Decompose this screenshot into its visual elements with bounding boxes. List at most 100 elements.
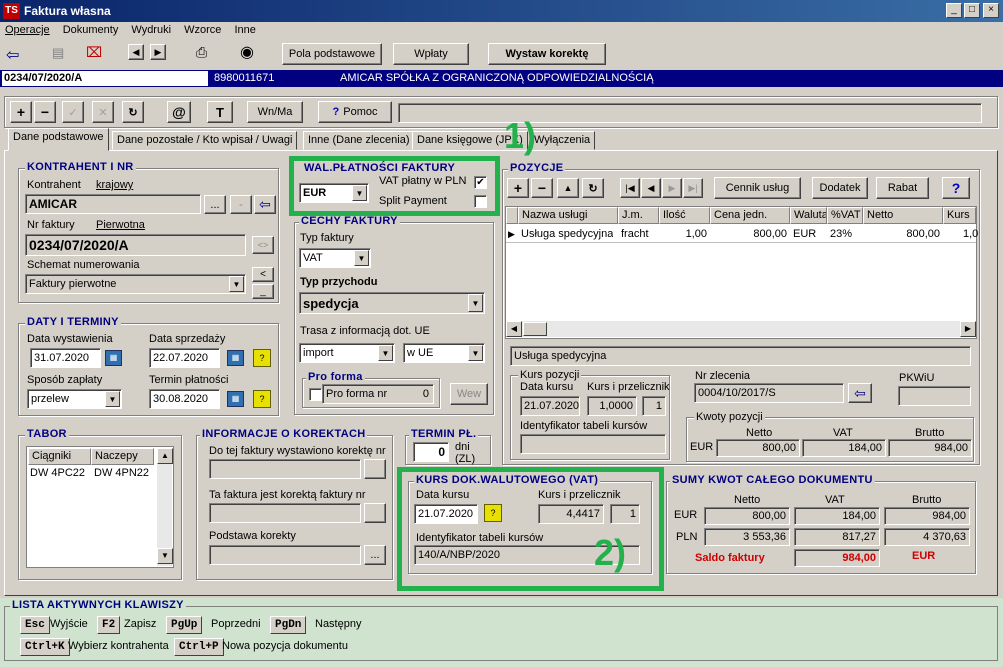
scroll-up-icon[interactable]: ▲ — [157, 448, 173, 464]
schemat-prev-button[interactable]: < — [252, 267, 274, 282]
key-esc[interactable]: Esc — [20, 616, 50, 634]
termin-platnosci-field[interactable]: 30.08.2020 — [149, 389, 220, 409]
col-cena[interactable]: Cena jedn. — [710, 207, 790, 224]
pkwiu-field[interactable] — [898, 386, 971, 406]
prev-record-icon[interactable]: ◀ — [641, 178, 661, 198]
sumy-eur-brutto[interactable]: 984,00 — [884, 507, 970, 525]
pozycje-hscroll[interactable] — [506, 321, 976, 337]
scroll-down-icon[interactable]: ▼ — [157, 548, 173, 564]
delete-icon[interactable]: ⌧ — [86, 44, 102, 61]
tab-wylaczenia[interactable]: Wyłączenia — [529, 131, 596, 150]
text-button[interactable]: T — [207, 101, 233, 123]
ident-field[interactable] — [520, 434, 666, 454]
kwoty-netto-field[interactable]: 800,00 — [716, 439, 800, 457]
kurs-field[interactable]: 1,0000 — [587, 396, 637, 416]
calculator-icon[interactable]: ? — [253, 349, 271, 367]
pozycja-remove-icon[interactable]: − — [531, 178, 553, 198]
przelicznik-field[interactable]: 1 — [642, 396, 666, 416]
calendar-icon[interactable]: ▦ — [227, 391, 244, 407]
menu-dokumenty[interactable]: Dokumenty — [58, 22, 124, 38]
key-pgup[interactable]: PgUp — [166, 616, 203, 634]
pozycja-desc-field[interactable]: Usługa spedycyjna — [510, 346, 971, 366]
schemat-select[interactable]: Faktury pierwotne ▼ — [25, 274, 246, 294]
menu-wzorce[interactable]: Wzorce — [179, 22, 226, 38]
menu-operacje[interactable]: Operacje — [0, 22, 55, 38]
col-jm[interactable]: J.m. — [618, 207, 659, 224]
back-arrow-icon[interactable]: ⇦ — [6, 45, 19, 65]
key-pgdn[interactable]: PgDn — [270, 616, 307, 634]
pola-podstawowe-button[interactable]: Pola podstawowe — [282, 43, 382, 65]
tab-dane-podstawowe[interactable]: Dane podstawowe — [8, 128, 109, 151]
nr-faktury-field[interactable]: 0234/07/2020/A — [25, 234, 246, 256]
add-icon[interactable]: + — [10, 101, 32, 123]
next-icon[interactable]: ▶ — [150, 44, 166, 60]
typ-przychodu-select[interactable]: spedycja ▼ — [299, 292, 485, 314]
scroll-right-icon[interactable]: ▶ — [960, 321, 976, 337]
korekta-faktury-button[interactable] — [364, 503, 386, 523]
pozycje-help-icon[interactable]: ? — [942, 177, 970, 199]
saldo-field[interactable]: 984,00 — [794, 549, 880, 567]
proforma-checkbox[interactable] — [309, 388, 322, 401]
col-ilosc[interactable]: Ilość — [659, 207, 710, 224]
key-ctrlk[interactable]: Ctrl+K — [20, 638, 70, 656]
scroll-thumb[interactable] — [523, 322, 547, 336]
email-icon[interactable]: @ — [167, 101, 191, 123]
nr-type-link[interactable]: Pierwotna — [96, 219, 145, 231]
remove-icon[interactable]: − — [34, 101, 56, 123]
scroll-left-icon[interactable]: ◀ — [506, 321, 522, 337]
cancel-icon[interactable]: ✕ — [92, 101, 114, 123]
key-f2[interactable]: F2 — [97, 616, 121, 634]
key-ctrlp[interactable]: Ctrl+P — [174, 638, 224, 656]
kwoty-vat-field[interactable]: 184,00 — [802, 439, 886, 457]
pomoc-button[interactable]: ? Pomoc — [318, 101, 392, 123]
next-record-icon[interactable]: ▶ — [662, 178, 682, 198]
nr-swap-icon[interactable]: <> — [252, 236, 274, 254]
note-field[interactable] — [398, 103, 982, 123]
close-button[interactable]: × — [983, 3, 999, 18]
korekta-faktury-field[interactable] — [209, 503, 361, 523]
schemat-next-button[interactable]: _ — [252, 284, 274, 299]
sumy-eur-netto[interactable]: 800,00 — [704, 507, 790, 525]
trasa-select-1[interactable]: import ▼ — [299, 343, 395, 363]
kontrahent-clear-button[interactable]: - — [230, 195, 252, 214]
col-vat[interactable]: %VAT — [827, 207, 863, 224]
col-kurs[interactable]: Kurs — [943, 207, 976, 224]
kontrahent-select-icon[interactable]: ⇦ — [254, 195, 276, 214]
last-record-icon[interactable]: ▶| — [683, 178, 703, 198]
calendar-icon[interactable]: ▦ — [105, 350, 122, 366]
korekta-wystawiona-button[interactable] — [364, 459, 386, 479]
kontrahent-type-link[interactable]: krajowy — [96, 179, 133, 191]
sposob-zaplaty-select[interactable]: przelew ▼ — [27, 389, 122, 409]
rabat-button[interactable]: Rabat — [876, 177, 929, 199]
tab-dane-pozostale[interactable]: Dane pozostałe / Kto wpisał / Uwagi — [112, 131, 298, 150]
prev-icon[interactable]: ◀ — [128, 44, 144, 60]
minimize-button[interactable]: _ — [946, 3, 962, 18]
zlecenie-select-icon[interactable]: ⇦ — [848, 383, 872, 403]
data-wystawienia-field[interactable]: 31.07.2020 — [30, 348, 101, 368]
sumy-eur-vat[interactable]: 184,00 — [794, 507, 880, 525]
tabor-col-ciagniki[interactable]: Ciągniki — [28, 448, 91, 465]
podstawa-korekty-field[interactable] — [209, 545, 361, 565]
tabor-col-naczepy[interactable]: Naczepy — [91, 448, 154, 465]
wplaty-button[interactable]: Wpłaty — [393, 43, 469, 65]
cennik-button[interactable]: Cennik usług — [714, 177, 801, 199]
proforma-field[interactable]: Pro forma nr 0 — [322, 384, 434, 404]
wew-button[interactable]: Wew — [450, 383, 488, 405]
pozycja-add-icon[interactable]: + — [507, 178, 529, 198]
podstawa-korekty-button[interactable]: ... — [364, 545, 386, 565]
col-netto[interactable]: Netto — [863, 207, 943, 224]
document-icon[interactable]: ▤ — [52, 45, 64, 61]
data-sprzedazy-field[interactable]: 22.07.2020 — [149, 348, 220, 368]
sumy-pln-netto[interactable]: 3 553,36 — [704, 528, 790, 546]
menu-wydruki[interactable]: Wydruki — [126, 22, 176, 38]
nr-zlecenia-field[interactable]: 0004/10/2017/S — [694, 383, 844, 403]
kontrahent-browse-button[interactable]: ... — [204, 195, 226, 214]
dodatek-button[interactable]: Dodatek — [812, 177, 868, 199]
settings-icon[interactable]: ◉ — [240, 42, 254, 62]
refresh-icon[interactable]: ↻ — [122, 101, 144, 123]
korekta-wystawiona-field[interactable] — [209, 459, 361, 479]
pozycja-refresh-icon[interactable]: ↻ — [582, 178, 604, 198]
wystaw-korekte-button[interactable]: Wystaw korektę — [488, 43, 606, 65]
menu-inne[interactable]: Inne — [229, 22, 260, 38]
kontrahent-field[interactable]: AMICAR — [25, 194, 201, 214]
